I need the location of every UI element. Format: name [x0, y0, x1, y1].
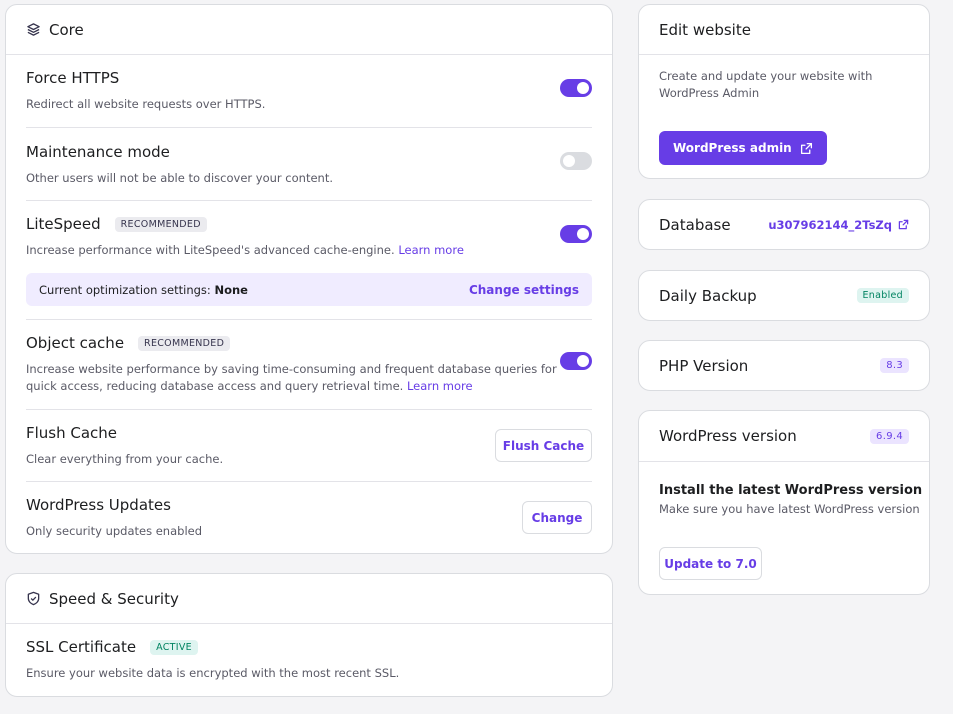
litespeed-recommended-badge: RECOMMENDED: [114, 216, 207, 232]
maintenance-mode-row: Maintenance mode Other users will not be…: [26, 128, 592, 201]
ssl-certificate-title: SSL Certificate: [26, 638, 137, 656]
object-cache-recommended-badge: RECOMMENDED: [138, 335, 231, 351]
maintenance-mode-desc: Other users will not be able to discover…: [26, 171, 333, 185]
database-title: Database: [659, 215, 731, 234]
edit-website-desc: Create and update your website with Word…: [659, 69, 873, 100]
wordpress-updates-change-button[interactable]: Change: [522, 501, 592, 534]
force-https-toggle[interactable]: [560, 79, 592, 97]
daily-backup-title: Daily Backup: [659, 286, 757, 305]
maintenance-mode-toggle[interactable]: [560, 152, 592, 170]
ssl-certificate-desc: Ensure your website data is encrypted wi…: [26, 666, 400, 680]
object-cache-toggle[interactable]: [560, 352, 592, 370]
core-card-header: Core: [6, 5, 612, 55]
wordpress-version-card: WordPress version 6.9.4 Install the late…: [638, 410, 930, 595]
edit-website-title: Edit website: [659, 20, 751, 39]
install-latest-title: Install the latest WordPress version: [659, 483, 923, 498]
wordpress-admin-button[interactable]: WordPress admin: [659, 131, 827, 165]
speed-security-header: Speed & Security: [6, 574, 612, 624]
wordpress-admin-label: WordPress admin: [673, 141, 792, 155]
speed-security-card: Speed & Security SSL Certificate ACTIVE …: [5, 573, 613, 697]
litespeed-row: LiteSpeed RECOMMENDED Increase performan…: [26, 201, 592, 320]
optimization-settings-label: Current optimization settings:: [39, 282, 211, 297]
edit-website-card: Edit website Create and update your webs…: [638, 4, 930, 179]
object-cache-row: Object cache RECOMMENDED Increase websit…: [26, 320, 592, 410]
php-version-title: PHP Version: [659, 356, 749, 375]
database-card: Database u307962144_2TsZq: [638, 199, 930, 250]
object-cache-title: Object cache: [26, 334, 125, 352]
core-card: Core Force HTTPS Redirect all website re…: [5, 4, 613, 554]
flush-cache-row: Flush Cache Clear everything from your c…: [26, 410, 592, 482]
optimization-settings-bar: Current optimization settings: None Chan…: [26, 273, 592, 306]
litespeed-desc: Increase performance with LiteSpeed's ad…: [26, 243, 395, 257]
maintenance-mode-title: Maintenance mode: [26, 143, 170, 161]
litespeed-toggle[interactable]: [560, 225, 592, 243]
edit-website-header: Edit website: [639, 5, 929, 55]
object-cache-desc: Increase website performance by saving t…: [26, 362, 557, 393]
database-link[interactable]: u307962144_2TsZq: [768, 218, 909, 232]
flush-cache-button[interactable]: Flush Cache: [495, 429, 592, 462]
optimization-settings-value: None: [214, 282, 248, 297]
install-latest-desc: Make sure you have latest WordPress vers…: [659, 502, 920, 516]
external-link-icon: [800, 142, 813, 155]
php-version-card: PHP Version 8.3: [638, 340, 930, 391]
wordpress-version-header: WordPress version 6.9.4: [639, 411, 929, 462]
wordpress-version-title: WordPress version: [659, 427, 797, 445]
external-link-icon: [898, 219, 909, 230]
force-https-row: Force HTTPS Redirect all website request…: [26, 55, 592, 128]
litespeed-learn-more-link[interactable]: Learn more: [398, 243, 464, 257]
change-settings-link[interactable]: Change settings: [469, 283, 579, 297]
flush-cache-title: Flush Cache: [26, 424, 118, 442]
wordpress-updates-row: WordPress Updates Only security updates …: [26, 482, 592, 553]
litespeed-title: LiteSpeed: [26, 215, 101, 233]
database-name: u307962144_2TsZq: [768, 217, 892, 232]
daily-backup-enabled-badge: Enabled: [856, 288, 909, 303]
daily-backup-card: Daily Backup Enabled: [638, 270, 930, 321]
update-wordpress-button[interactable]: Update to 7.0: [659, 547, 762, 580]
wordpress-version-badge: 6.9.4: [870, 428, 909, 444]
php-version-badge: 8.3: [880, 358, 909, 373]
force-https-desc: Redirect all website requests over HTTPS…: [26, 97, 266, 111]
shield-check-icon: [26, 591, 41, 606]
wordpress-updates-desc: Only security updates enabled: [26, 524, 203, 538]
speed-security-title: Speed & Security: [49, 589, 179, 608]
object-cache-learn-more-link[interactable]: Learn more: [407, 379, 473, 393]
force-https-title: Force HTTPS: [26, 69, 120, 87]
wordpress-updates-title: WordPress Updates: [26, 496, 171, 514]
layers-icon: [26, 22, 41, 37]
flush-cache-desc: Clear everything from your cache.: [26, 452, 224, 466]
ssl-certificate-row: SSL Certificate ACTIVE Ensure your websi…: [26, 624, 592, 696]
ssl-active-badge: ACTIVE: [150, 639, 198, 655]
core-card-title: Core: [49, 20, 84, 39]
